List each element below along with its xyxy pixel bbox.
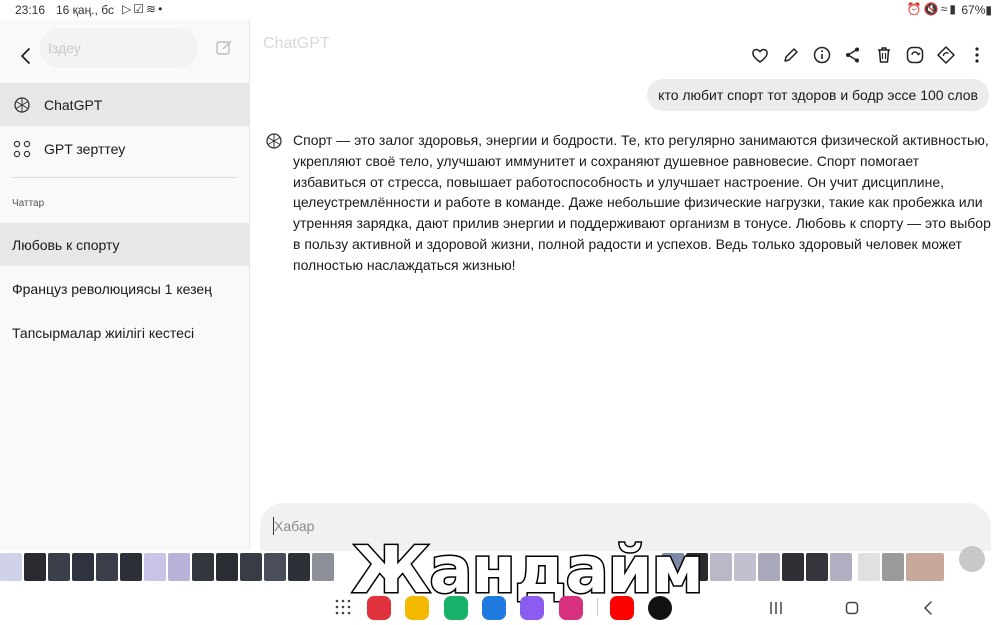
mute-icon: 🔇 — [923, 2, 941, 16]
thumbnail — [858, 553, 880, 581]
user-message: кто любит спорт тот здоров и бодр эссе 1… — [647, 79, 989, 111]
status-bar: 23:16 16 қаң., бс ▷☑≋• ⏰🔇≈▮ 67%▮ — [0, 0, 1000, 20]
chat-item[interactable]: Тапсырмалар жиілігі кестесі — [0, 311, 250, 354]
chat-main: ChatGPT кто любит спорт тот здоров и бод… — [251, 20, 1000, 550]
regenerate-icon[interactable] — [935, 44, 957, 66]
thumbnail — [710, 553, 732, 581]
retry-icon[interactable] — [904, 44, 926, 66]
thumbnail — [806, 553, 828, 581]
thumbnail — [192, 553, 214, 581]
new-chat-icon[interactable] — [214, 38, 234, 58]
status-notification-icons: ▷☑≋• — [122, 2, 164, 16]
chat-item[interactable]: Любовь к спорту — [0, 223, 250, 266]
search-placeholder: Іздеу — [48, 40, 81, 56]
signal-icon: ▮ — [949, 2, 958, 16]
pencil-icon[interactable] — [780, 44, 802, 66]
battery-level: 67%▮ — [961, 3, 992, 17]
status-system-icons: ⏰🔇≈▮ — [907, 2, 958, 16]
thumbnail — [782, 553, 804, 581]
thumbnail — [906, 553, 944, 581]
chat-item-label: Тапсырмалар жиілігі кестесі — [12, 325, 195, 341]
folder-icon[interactable] — [405, 596, 429, 620]
thumbnail — [120, 553, 142, 581]
status-date: 16 қаң., бс — [56, 3, 114, 17]
thumbnail — [312, 553, 334, 581]
thumbnail — [48, 553, 70, 581]
openai-logo-icon — [14, 97, 30, 113]
message-actions-toolbar — [251, 44, 1000, 68]
thumbnail — [758, 553, 780, 581]
heart-icon[interactable] — [749, 44, 771, 66]
thumbnail — [72, 553, 94, 581]
camera-icon[interactable] — [559, 596, 583, 620]
taskbar — [0, 590, 1000, 625]
messages-icon[interactable] — [482, 596, 506, 620]
more-vertical-icon[interactable] — [966, 44, 988, 66]
composer-placeholder: Хабар — [274, 518, 315, 534]
share-icon[interactable] — [842, 44, 864, 66]
recents-icon[interactable] — [766, 598, 786, 618]
thumbnail — [24, 553, 46, 581]
assistant-message: Спорт — это залог здоровья, энергии и бо… — [293, 132, 991, 273]
thumbnail — [264, 553, 286, 581]
messenger-icon[interactable] — [520, 596, 544, 620]
check-icon: ☑ — [133, 2, 146, 16]
alarm-icon: ⏰ — [906, 2, 924, 16]
tiktok-icon[interactable] — [648, 596, 672, 620]
status-time: 23:16 — [15, 3, 46, 17]
flipboard-icon[interactable] — [367, 596, 391, 620]
sidebar-search[interactable]: Іздеу — [40, 28, 198, 68]
thumbnail — [240, 553, 262, 581]
thumbnail — [734, 553, 756, 581]
phone-icon[interactable] — [444, 596, 468, 620]
dock-divider — [597, 598, 598, 616]
chat-item[interactable]: Француз революциясы 1 кезең — [0, 267, 250, 310]
info-icon[interactable] — [811, 44, 833, 66]
chats-section-label: Чаттар — [12, 198, 45, 209]
apps-grid-icon[interactable] — [335, 599, 351, 615]
home-icon[interactable] — [842, 598, 862, 618]
thumbnail — [144, 553, 166, 581]
sidebar-item-label: GPT зерттеу — [44, 141, 126, 157]
play-icon: ▷ — [122, 2, 134, 16]
voice-button[interactable] — [959, 546, 985, 572]
sidebar-item-chatgpt[interactable]: ChatGPT — [0, 83, 250, 126]
thumbnail — [882, 553, 904, 581]
back-icon[interactable] — [918, 598, 938, 618]
grid-dots-icon — [13, 140, 31, 158]
sidebar: Іздеу ChatGPT GPT зерттеу Чаттар Любовь … — [0, 20, 250, 550]
youtube-icon[interactable] — [610, 596, 634, 620]
thumbnail — [288, 553, 310, 581]
thumbnail — [0, 553, 22, 581]
sidebar-item-label: ChatGPT — [44, 97, 103, 113]
signal-scribble-icon: ≋ — [146, 2, 159, 16]
sidebar-divider — [12, 177, 237, 178]
chat-item-label: Француз революциясы 1 кезең — [12, 281, 212, 297]
trash-icon[interactable] — [873, 44, 895, 66]
sidebar-item-gpt-research[interactable]: GPT зерттеу — [0, 127, 250, 170]
thumbnail — [830, 553, 852, 581]
thumbnail — [168, 553, 190, 581]
dot-icon: • — [158, 2, 165, 16]
openai-logo-icon — [266, 133, 282, 149]
chat-item-label: Любовь к спорту — [12, 237, 120, 253]
back-arrow-icon[interactable] — [14, 44, 38, 68]
thumbnail — [96, 553, 118, 581]
thumbnail — [216, 553, 238, 581]
